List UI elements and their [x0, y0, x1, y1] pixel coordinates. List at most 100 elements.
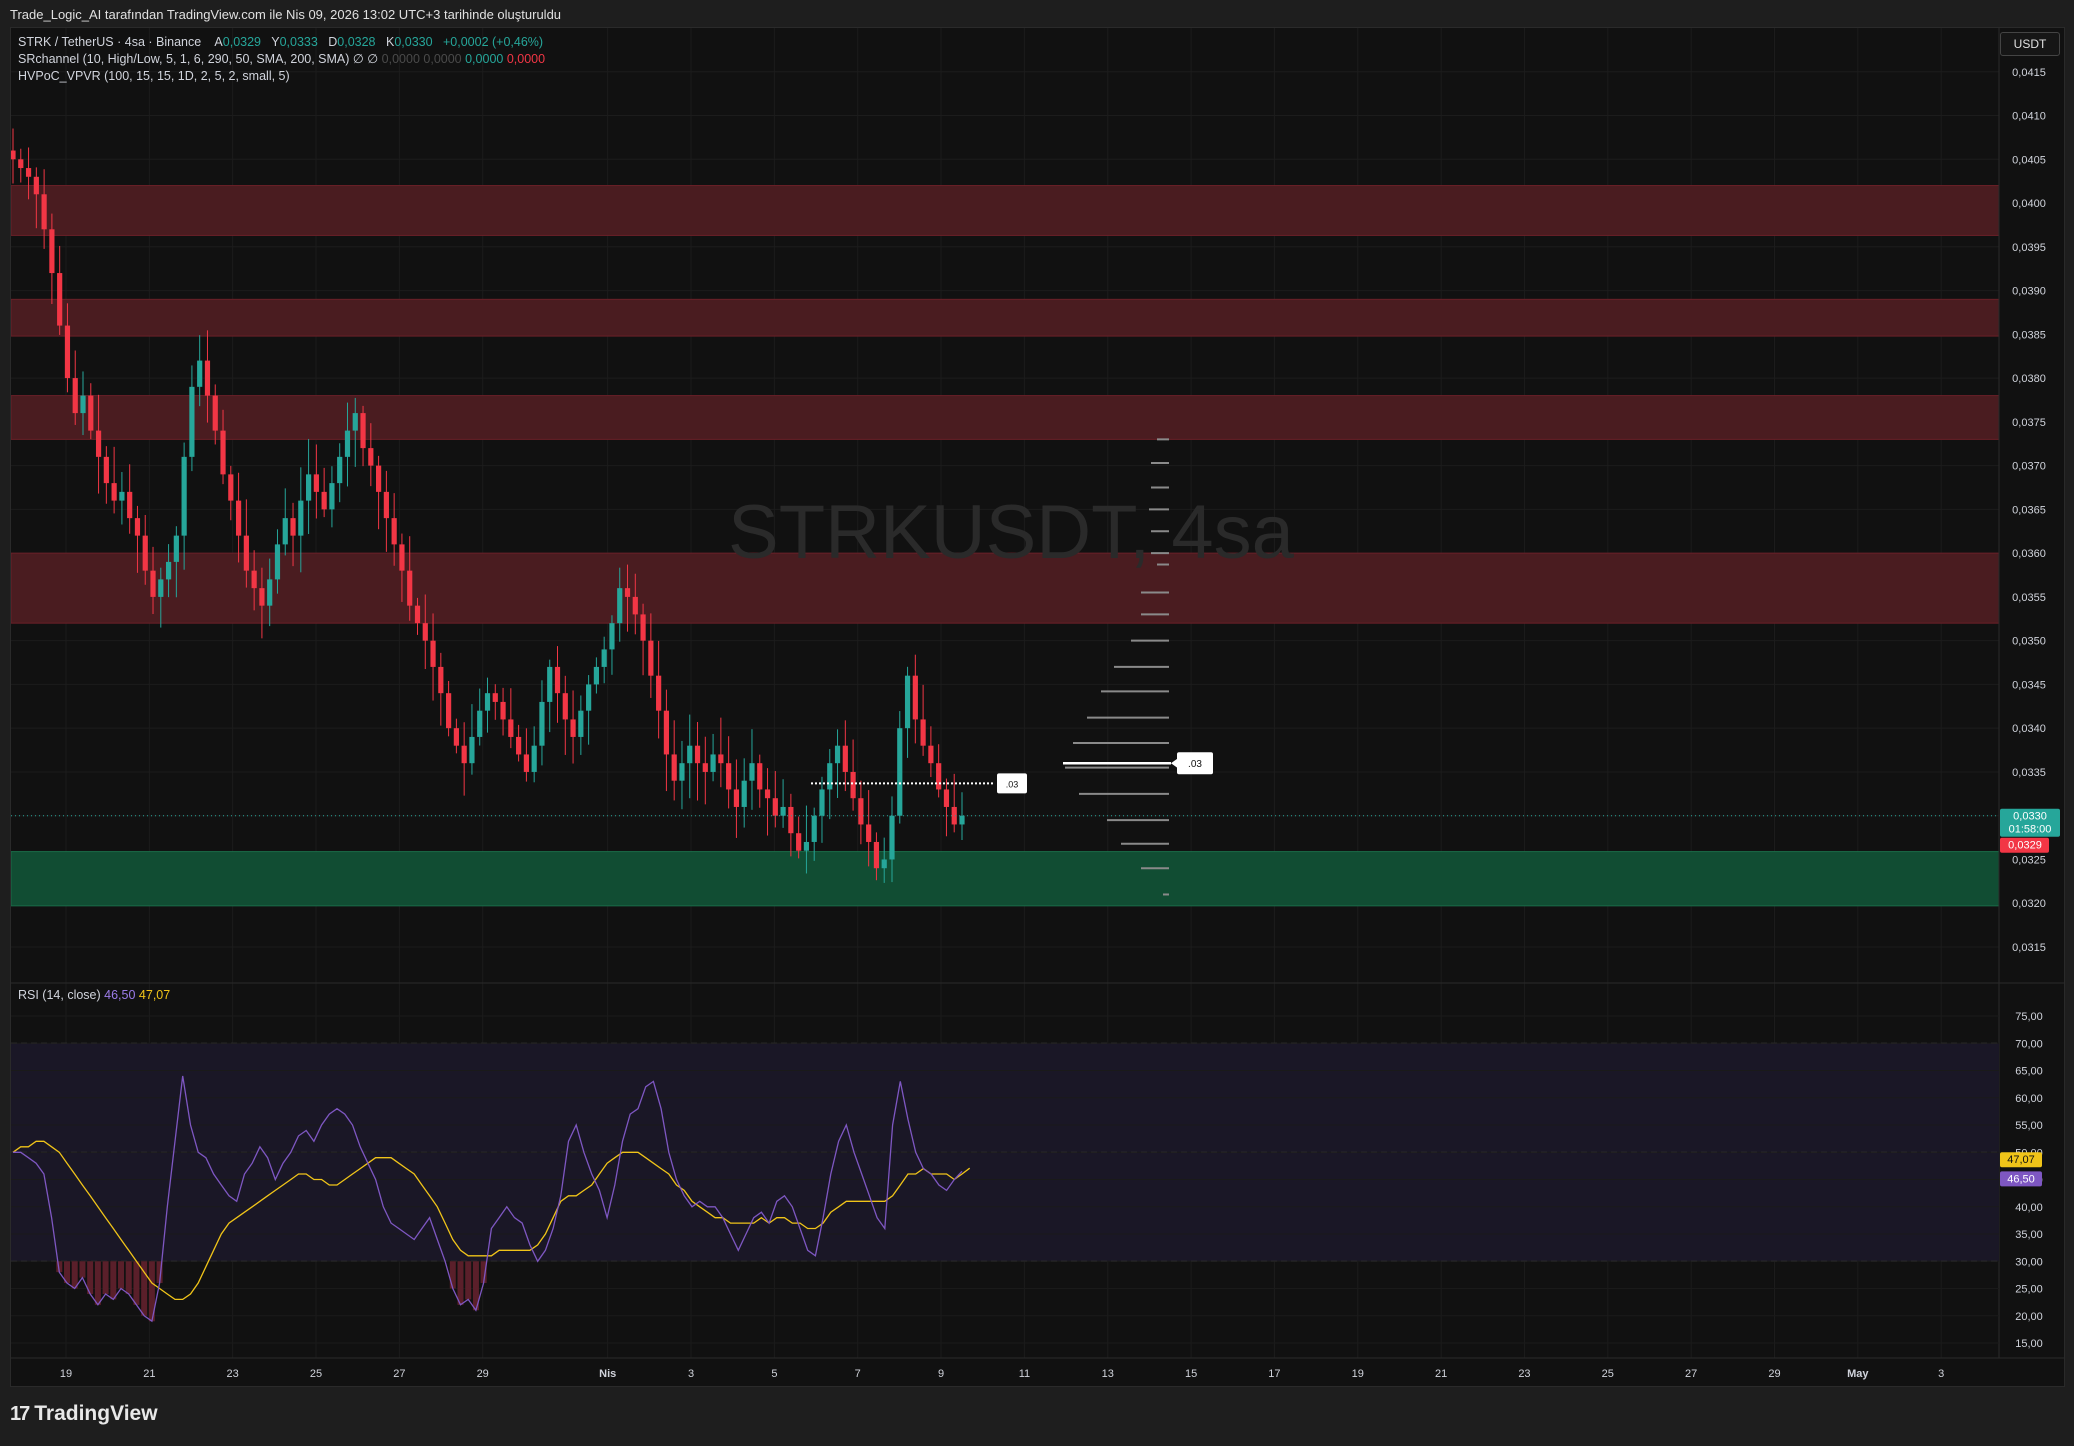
candle-up — [959, 815, 965, 825]
candle-down — [764, 789, 771, 799]
time-axis-label: 29 — [477, 1368, 489, 1380]
currency-button[interactable]: USDT — [2000, 32, 2060, 56]
candle-up — [586, 684, 592, 711]
srchannel-value-2: 0,0000 — [423, 52, 462, 66]
price-axis-label: 0,0345 — [2012, 679, 2046, 691]
candle-down — [796, 833, 802, 851]
candle-down — [95, 430, 102, 457]
hvpoc-legend-row[interactable]: HVPoC_VPVR (100, 15, 15, 1D, 2, 5, 2, sm… — [18, 68, 545, 85]
candle-up — [298, 500, 304, 536]
price-badge-secondary-text: 0,0329 — [2008, 840, 2042, 852]
time-axis-label: 11 — [1019, 1368, 1030, 1380]
candle-down — [49, 229, 55, 274]
time-axis-label: 23 — [227, 1368, 239, 1380]
rsi-axis-label: 65,00 — [2015, 1066, 2043, 1078]
time-axis-label: 5 — [771, 1368, 777, 1380]
candle-down — [671, 754, 677, 781]
time-axis-label: Nis — [599, 1368, 616, 1380]
time-axis-label: 19 — [60, 1368, 72, 1380]
candle-up — [749, 763, 755, 781]
price-axis-label: 0,0350 — [2012, 636, 2046, 648]
price-axis-label: 0,0385 — [2012, 329, 2046, 341]
time-axis-label: May — [1847, 1368, 1869, 1380]
candle-down — [18, 159, 24, 169]
rsi-axis-label: 35,00 — [2015, 1229, 2043, 1241]
candle-up — [547, 666, 553, 702]
candle-down — [57, 273, 63, 326]
rsi-ma-value: 47,07 — [138, 988, 171, 1002]
srchannel-value-1: 0,0000 — [381, 52, 420, 66]
tradingview-logo[interactable]: 17 TradingView — [10, 1402, 158, 1426]
symbol-legend-row[interactable]: STRK / TetherUS · 4sa · Binance A0,0329 … — [18, 34, 545, 51]
candle-down — [33, 176, 39, 195]
symbol-label: STRK / TetherUS · 4sa · Binance — [18, 35, 202, 49]
candle-down — [516, 736, 522, 755]
rsi-axis-label: 55,00 — [2015, 1120, 2043, 1132]
rsi-badge-text: 46,50 — [2007, 1173, 2035, 1185]
chart-canvas[interactable]: STRKUSDT, 4sa .03 .03 0,0415 0,0410 0,0405 0,0… — [11, 28, 2064, 1386]
candle-up — [282, 518, 288, 545]
time-axis-label: 21 — [143, 1368, 155, 1380]
candle-down — [360, 413, 366, 449]
candle-down — [103, 456, 109, 484]
candle-down — [928, 745, 934, 764]
rsi-axis-label: 60,00 — [2015, 1093, 2043, 1105]
candle-down — [150, 570, 156, 597]
rsi-axis-label: 40,00 — [2015, 1202, 2043, 1214]
candle-up — [679, 763, 685, 781]
chart-caption: Trade_Logic_AI tarafından TradingView.co… — [10, 7, 562, 22]
candle-down — [640, 614, 646, 641]
candle-up — [897, 728, 903, 816]
candle-down — [243, 535, 249, 571]
candle-down — [648, 640, 654, 676]
price-axis-label: 0,0335 — [2012, 767, 2046, 779]
ohlc-high-key: Y — [271, 35, 280, 49]
tradingview-logo-text: TradingView — [34, 1402, 158, 1425]
time-axis-label: 3 — [688, 1368, 694, 1380]
candle-down — [570, 719, 576, 737]
time-axis-label: 17 — [1268, 1368, 1280, 1380]
candle-up — [305, 474, 312, 501]
candle-up — [593, 666, 600, 685]
srchannel-value-3: 0,0000 — [465, 52, 504, 66]
candle-up — [484, 693, 491, 711]
rsi-axis-label: 20,00 — [2015, 1311, 2043, 1323]
main-legend: STRK / TetherUS · 4sa · Binance A0,0329 … — [18, 34, 545, 85]
candle-up — [827, 763, 833, 790]
candle-down — [422, 623, 428, 641]
candle-down — [399, 544, 405, 571]
candle-down — [251, 570, 257, 589]
rsi-legend[interactable]: RSI (14, close) 46,50 47,07 — [18, 988, 170, 1002]
hvpoc-label: HVPoC_VPVR (100, 15, 15, 1D, 2, 5, 2, sm… — [18, 69, 290, 83]
candle-down — [313, 474, 319, 492]
candle-up — [904, 675, 911, 729]
candle-up — [889, 815, 895, 860]
time-axis-label: 15 — [1185, 1368, 1197, 1380]
candle-down — [11, 150, 16, 160]
candle-up — [165, 561, 172, 580]
candle-down — [414, 605, 421, 624]
candle-down — [134, 518, 141, 536]
candle-down — [733, 789, 740, 807]
candle-up — [881, 859, 887, 869]
candle-down — [228, 474, 234, 501]
candle-up — [197, 360, 203, 387]
candle-down — [858, 798, 864, 825]
srchannel-legend-row[interactable]: SRchannel (10, High/Low, 5, 1, 6, 290, 5… — [18, 51, 545, 68]
candle-up — [811, 815, 817, 842]
poc-label: .03 — [1188, 759, 1202, 770]
candle-down — [438, 666, 444, 694]
price-badge-countdown: 01:58:00 — [2009, 824, 2052, 836]
candle-down — [453, 728, 459, 746]
ohlc-high-value: 0,0333 — [279, 35, 318, 49]
candle-down — [235, 500, 242, 536]
candle-up — [181, 456, 187, 536]
candle-up — [267, 579, 273, 606]
candle-down — [142, 535, 148, 571]
candle-up — [337, 456, 343, 484]
chart-frame[interactable]: STRKUSDT, 4sa .03 .03 0,0415 0,0410 0,0405 0,0… — [10, 27, 2065, 1387]
time-axis-label: 19 — [1352, 1368, 1364, 1380]
time-axis-label: 23 — [1518, 1368, 1530, 1380]
candle-up — [578, 710, 584, 737]
ohlc-close-value: 0,0330 — [394, 35, 433, 49]
